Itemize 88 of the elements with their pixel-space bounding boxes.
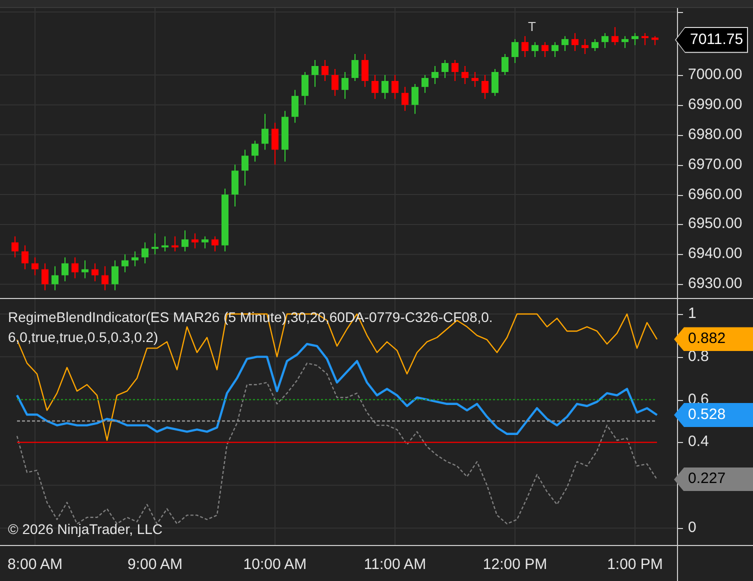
candle — [82, 260, 88, 279]
candle — [492, 68, 498, 96]
candle — [362, 54, 368, 88]
indicator-axis-label: 1 — [688, 304, 696, 323]
candle — [212, 236, 218, 252]
candle — [72, 256, 78, 279]
candle — [612, 26, 618, 46]
candle — [382, 74, 388, 100]
candle — [22, 244, 28, 270]
candle — [162, 236, 168, 252]
candle — [142, 242, 148, 264]
time-axis-label: 12:00 PM — [482, 556, 548, 573]
candle — [92, 262, 98, 282]
candle — [12, 236, 18, 258]
candle — [412, 83, 418, 114]
candle — [372, 74, 378, 100]
candle — [632, 32, 638, 46]
price-axis-label: 6980.00 — [688, 126, 742, 144]
price-axis-label: 6940.00 — [688, 245, 742, 264]
time-axis-label: 9:00 AM — [127, 556, 183, 573]
candle — [462, 66, 468, 84]
copyright-text: © 2026 NinjaTrader, LLC — [8, 521, 163, 537]
candle — [512, 38, 518, 64]
candle — [482, 74, 488, 100]
candle — [32, 256, 38, 276]
candle — [622, 36, 628, 49]
candle — [102, 266, 108, 291]
candle — [472, 71, 478, 88]
candle — [392, 74, 398, 100]
candle — [132, 250, 138, 267]
candle — [422, 74, 428, 94]
value-readout: 0.528 — [674, 403, 753, 428]
time-axis-label: 1:00 PM — [607, 556, 663, 573]
candle — [562, 36, 568, 52]
candle — [402, 86, 408, 112]
price-axis-label: 7000.00 — [688, 66, 742, 84]
candle — [272, 122, 278, 166]
candle — [182, 230, 188, 252]
candle — [452, 60, 458, 82]
indicator-axis-label: 0.4 — [688, 433, 709, 452]
candle — [522, 36, 528, 58]
candle — [572, 32, 578, 52]
indicator-axis-label: 0 — [688, 519, 696, 538]
candle — [322, 60, 328, 82]
time-axis-label: 8:00 AM — [7, 556, 63, 573]
candle — [222, 188, 228, 252]
candle — [152, 232, 158, 255]
candle — [282, 110, 288, 162]
trade-marker: T — [528, 20, 536, 34]
candle — [252, 140, 258, 162]
price-axis-label: 6930.00 — [688, 275, 742, 294]
candle — [302, 71, 308, 106]
price-axis-label: 6970.00 — [688, 156, 742, 174]
value-readout: 0.227 — [674, 467, 753, 492]
candle — [312, 60, 318, 88]
candle — [542, 42, 548, 58]
last-price-label: 7011.75 — [675, 26, 748, 53]
candle — [342, 71, 348, 100]
time-axis-label: 11:00 AM — [364, 556, 426, 573]
candle — [192, 232, 198, 249]
candle — [292, 89, 298, 124]
price-axis-label: 6960.00 — [688, 186, 742, 204]
candle — [442, 60, 448, 78]
candle — [652, 36, 658, 46]
candle — [42, 262, 48, 291]
candle — [602, 32, 608, 49]
candle — [642, 32, 648, 46]
candle — [202, 236, 208, 249]
candle — [592, 38, 598, 52]
price-axis-label: 6990.00 — [688, 96, 742, 114]
candle — [502, 54, 508, 76]
candle — [262, 113, 268, 150]
candle — [62, 256, 68, 282]
time-axis-label: 10:00 AM — [243, 556, 307, 573]
candle — [242, 149, 248, 186]
candle — [172, 236, 178, 252]
price-axis-label: 6950.00 — [688, 215, 742, 234]
candle — [112, 260, 118, 291]
candle — [122, 254, 128, 273]
value-readout: 0.882 — [674, 327, 753, 352]
candle — [432, 66, 438, 84]
candle — [552, 42, 558, 58]
candle — [532, 42, 538, 58]
candle — [352, 54, 358, 82]
candle — [232, 164, 238, 208]
candle — [52, 266, 58, 291]
candle — [332, 68, 338, 96]
candle — [582, 38, 588, 55]
